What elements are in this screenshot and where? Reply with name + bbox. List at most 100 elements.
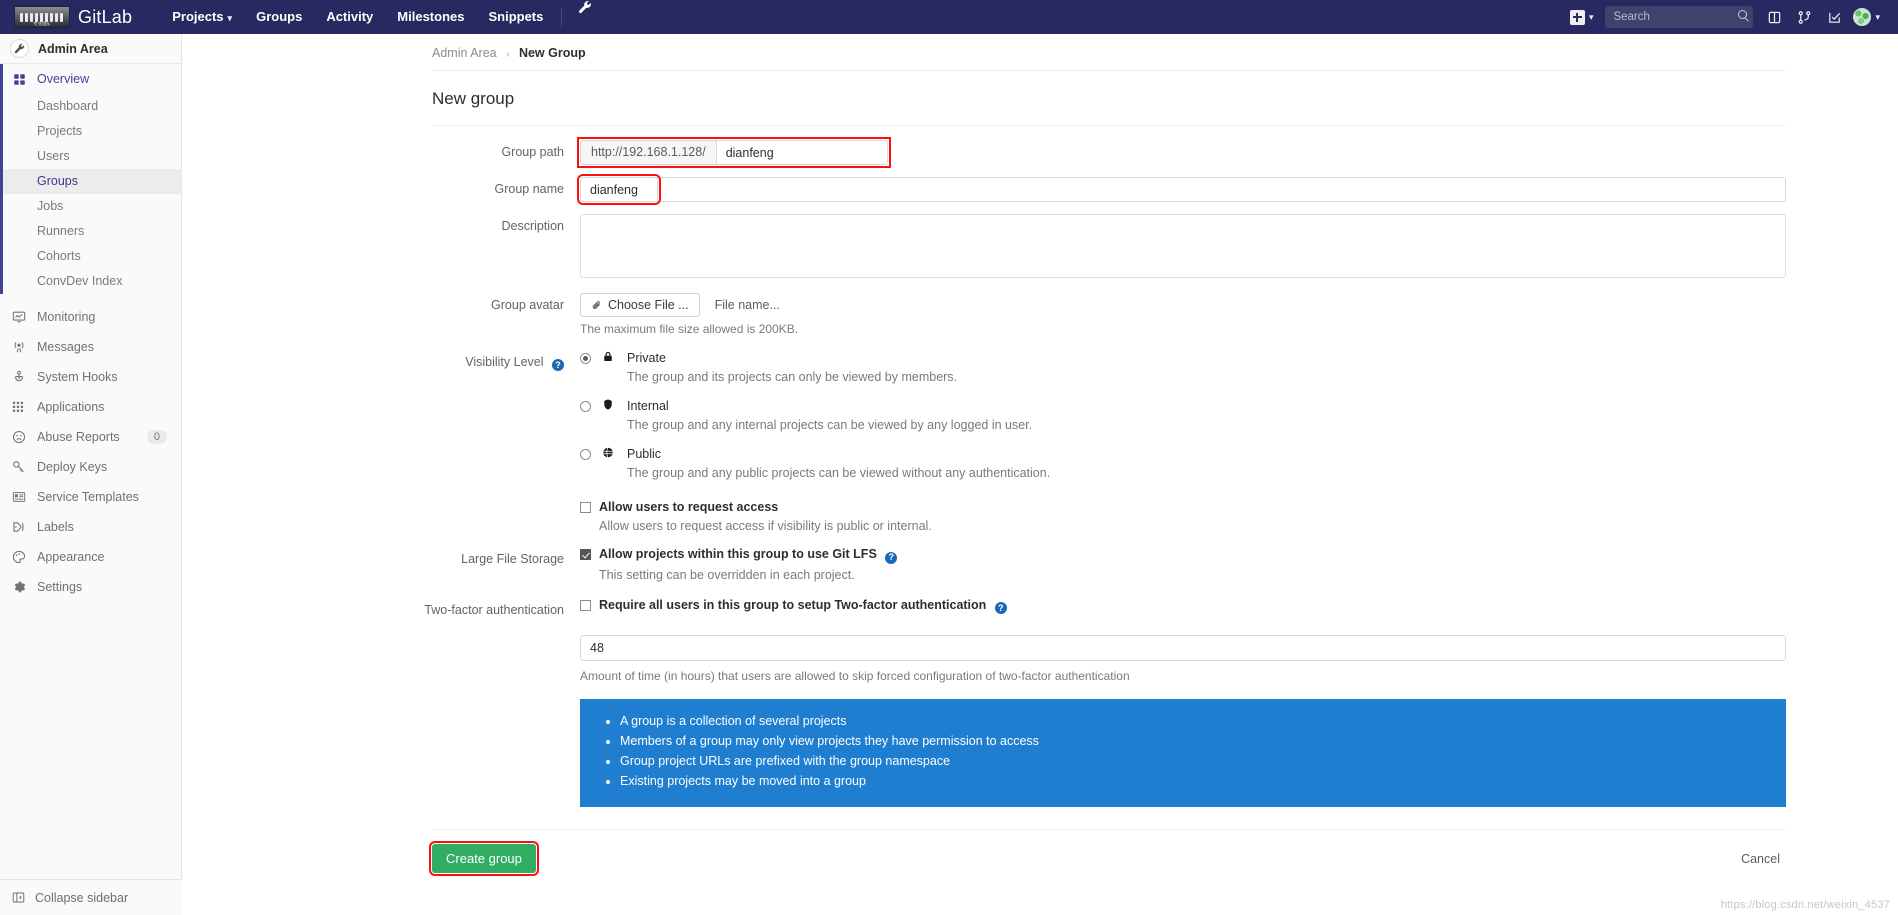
- sidebar-subitem-cohorts[interactable]: Cohorts: [0, 244, 181, 269]
- sidebar-item-settings[interactable]: Settings: [0, 572, 181, 602]
- sidebar-item-messages-label: Messages: [37, 340, 94, 354]
- user-menu[interactable]: ▾: [1849, 0, 1884, 34]
- sidebar-header[interactable]: Admin Area: [0, 34, 181, 64]
- two-factor-checkbox-label-text: Require all users in this group to setup…: [599, 597, 987, 612]
- question-mark-icon[interactable]: ?: [885, 551, 898, 564]
- admin-wrench-icon[interactable]: [568, 0, 602, 34]
- sidebar-item-overview[interactable]: Overview: [0, 64, 181, 94]
- file-chooser-row: Choose File ... File name...: [580, 293, 1786, 317]
- two-factor-checkbox[interactable]: [580, 599, 591, 611]
- request-access-description: Allow users to request access if visibil…: [599, 519, 932, 533]
- sidebar-item-applications-label: Applications: [37, 400, 105, 414]
- search-box[interactable]: [1605, 6, 1754, 28]
- sidebar-subitem-runners[interactable]: Runners: [0, 219, 181, 244]
- breadcrumb-root[interactable]: Admin Area: [432, 46, 497, 60]
- avatar: [1853, 8, 1872, 26]
- shield-icon: [602, 398, 619, 411]
- group-avatar-label: Group avatar: [491, 298, 564, 312]
- group-path-input[interactable]: [715, 140, 888, 165]
- create-group-button[interactable]: Create group: [429, 841, 539, 876]
- sidebar-item-applications[interactable]: Applications: [0, 392, 181, 422]
- palette-icon: [10, 550, 28, 564]
- group-name-field-outline: [580, 177, 1786, 202]
- breadcrumb-separator-icon: ›: [506, 49, 510, 60]
- chevron-down-icon: ▾: [1588, 11, 1594, 22]
- visibility-level-label-text: Visibility Level: [465, 355, 544, 369]
- apps-grid-icon: [10, 400, 28, 414]
- sidebar-item-monitoring[interactable]: Monitoring: [0, 302, 181, 332]
- lfs-checkbox[interactable]: [580, 549, 591, 560]
- two-factor-grace-period-input[interactable]: [580, 635, 1786, 661]
- nav-item-milestones[interactable]: Milestones: [385, 0, 476, 34]
- visibility-private-description: The group and its projects can only be v…: [627, 370, 958, 384]
- search-input[interactable]: [1605, 11, 1754, 23]
- file-name-text: File name...: [714, 298, 780, 312]
- search-icon: [1738, 10, 1748, 19]
- visibility-option-public[interactable]: Public The group and any public projects…: [580, 446, 1786, 480]
- visibility-option-internal[interactable]: Internal The group and any internal proj…: [580, 398, 1786, 432]
- visibility-option-private[interactable]: Private The group and its projects can o…: [580, 350, 1786, 384]
- nav-item-groups[interactable]: Groups: [244, 0, 314, 34]
- request-access-label: Allow users to request access: [599, 500, 779, 514]
- choose-file-button[interactable]: Choose File ...: [580, 293, 700, 317]
- sidebar-title: Admin Area: [38, 41, 108, 56]
- globe-icon: [602, 446, 619, 459]
- collapse-sidebar-button[interactable]: Collapse sidebar: [0, 879, 182, 915]
- sidebar-item-settings-label: Settings: [37, 580, 83, 594]
- issues-icon[interactable]: [1759, 0, 1789, 34]
- todos-icon[interactable]: [1819, 0, 1849, 34]
- request-access-block: Allow users to request access Allow user…: [580, 500, 1786, 533]
- request-access-checkbox-row[interactable]: Allow users to request access: [580, 500, 1786, 515]
- gitlab-logo[interactable]: 专业团队: [14, 6, 70, 28]
- lfs-checkbox-row[interactable]: Allow projects within this group to use …: [580, 547, 1786, 564]
- two-factor-checkbox-label: Require all users in this group to setup…: [599, 597, 1007, 614]
- group-path-field-group[interactable]: http://192.168.1.128/: [577, 137, 891, 168]
- sidebar-item-monitoring-label: Monitoring: [37, 310, 96, 324]
- sidebar-item-service-templates[interactable]: Service Templates: [0, 482, 181, 512]
- new-group-form: Group path http://192.168.1.128/ Group n…: [182, 137, 1898, 876]
- group-avatar-row: Group avatar Choose File ... File name..…: [182, 293, 1898, 336]
- nav-item-snippets[interactable]: Snippets: [476, 0, 555, 34]
- sidebar-item-deploy-keys[interactable]: Deploy Keys: [0, 452, 181, 482]
- nav-item-projects[interactable]: Projects ▾: [160, 0, 244, 34]
- sidebar-subitem-users[interactable]: Users: [0, 144, 181, 169]
- sidebar-subitem-groups[interactable]: Groups: [0, 169, 181, 194]
- abuse-reports-count-badge: 0: [146, 430, 167, 444]
- sidebar-item-appearance[interactable]: Appearance: [0, 542, 181, 572]
- question-mark-icon[interactable]: ?: [994, 602, 1007, 614]
- sidebar-subitem-projects[interactable]: Projects: [0, 119, 181, 144]
- top-nav-right-group: ▾ ▾: [1566, 0, 1898, 34]
- lock-icon: [602, 350, 619, 363]
- sidebar-subitem-convdev-index[interactable]: ConvDev Index: [0, 269, 181, 294]
- sidebar-item-abuse-reports[interactable]: Abuse Reports 0: [0, 422, 181, 452]
- radio-internal[interactable]: [580, 401, 591, 412]
- label-tag-icon: [10, 520, 28, 534]
- radio-public[interactable]: [580, 449, 591, 460]
- description-textarea[interactable]: [580, 214, 1786, 278]
- key-icon: [10, 460, 28, 474]
- choose-file-label: Choose File ...: [608, 298, 689, 312]
- group-name-input[interactable]: [577, 174, 661, 205]
- merge-requests-icon[interactable]: [1789, 0, 1819, 34]
- sidebar-subitem-dashboard[interactable]: Dashboard: [0, 94, 181, 119]
- nav-item-projects-label: Projects: [172, 9, 224, 24]
- sidebar-item-labels[interactable]: Labels: [0, 512, 181, 542]
- radio-private[interactable]: [580, 353, 591, 364]
- visibility-public-description: The group and any public projects can be…: [627, 466, 1051, 480]
- nav-item-activity[interactable]: Activity: [314, 0, 385, 34]
- brand-title[interactable]: GitLab: [78, 7, 132, 28]
- sidebar-item-system-hooks[interactable]: System Hooks: [0, 362, 181, 392]
- new-item-button[interactable]: ▾: [1566, 0, 1598, 34]
- admin-sidebar: Admin Area Overview Dashboard Projects U…: [0, 34, 182, 915]
- info-panel: A group is a collection of several proje…: [580, 699, 1786, 807]
- sidebar-item-messages[interactable]: Messages: [0, 332, 181, 362]
- page-title: New group: [432, 89, 515, 108]
- two-factor-checkbox-row[interactable]: Require all users in this group to setup…: [580, 597, 1786, 614]
- form-actions: Create group Cancel: [182, 830, 1898, 876]
- request-access-checkbox[interactable]: [580, 502, 591, 513]
- paperclip-icon: [591, 300, 602, 311]
- sidebar-subitem-jobs[interactable]: Jobs: [0, 194, 181, 219]
- cancel-button[interactable]: Cancel: [1735, 851, 1786, 867]
- lfs-checkbox-label-text: Allow projects within this group to use …: [599, 547, 877, 561]
- question-mark-icon[interactable]: ?: [552, 359, 564, 371]
